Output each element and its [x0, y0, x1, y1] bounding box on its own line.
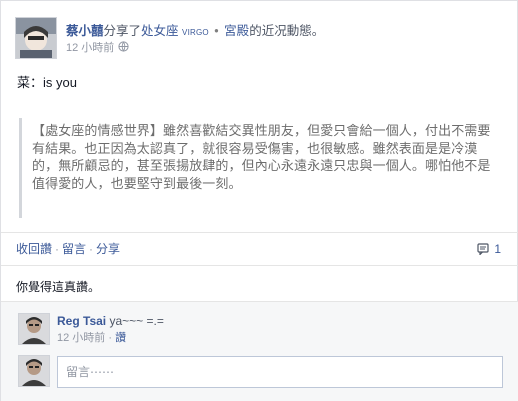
comment-text: ya~~~ =.=	[109, 314, 164, 328]
current-user-avatar	[18, 355, 50, 387]
author-avatar[interactable]	[15, 17, 57, 59]
actions-divider	[1, 232, 518, 233]
comment-meta: 12 小時前 · 讚	[57, 331, 126, 345]
commenter-name-link[interactable]: Reg Tsai	[57, 314, 106, 328]
likes-divider	[1, 265, 518, 266]
share-button[interactable]: 分享	[96, 242, 120, 256]
separator-dot: ·	[89, 242, 94, 256]
comment-input[interactable]	[57, 356, 503, 388]
story-header: 蔡小囍分享了处女座 virgo • 宮殿的近况動態。	[66, 23, 506, 40]
page-link[interactable]: 处女座	[141, 24, 179, 38]
action-text: 分享了	[103, 24, 142, 38]
commenter-avatar[interactable]	[18, 313, 50, 345]
user-photo-icon	[16, 18, 56, 58]
comment-count-button[interactable]: 1	[477, 241, 501, 259]
user-photo-icon	[19, 314, 49, 344]
separator-dot: •	[214, 24, 219, 38]
separator-dot: ·	[108, 332, 113, 344]
unlike-button[interactable]: 收回讚	[16, 242, 52, 256]
comment-bubble-icon	[477, 243, 489, 259]
comment-body: Reg Tsai ya~~~ =.=	[57, 313, 164, 329]
comment-button[interactable]: 留言	[62, 242, 86, 256]
tail-text: 的近况動態。	[249, 24, 325, 38]
news-feed-story: 蔡小囍分享了处女座 virgo • 宮殿的近况動態。 12 小時前 菜：is y…	[0, 0, 518, 401]
comment-timestamp[interactable]: 12 小時前	[57, 332, 105, 344]
comment-like-button[interactable]: 讚	[115, 332, 126, 344]
timestamp-link[interactable]: 12 小時前	[66, 42, 114, 54]
comments-divider	[1, 301, 518, 302]
section-link[interactable]: 宮殿	[224, 24, 249, 38]
globe-icon[interactable]	[118, 41, 129, 56]
comment-count: 1	[494, 242, 501, 256]
separator-dot: ·	[55, 242, 60, 256]
story-actions: 收回讚 · 留言 · 分享	[16, 241, 120, 257]
user-photo-icon	[19, 356, 49, 386]
shared-quote: 【處女座的情感世界】雖然喜歡結交異性朋友，但愛只會給一個人，付出不需要有結果。也…	[19, 118, 501, 218]
story-timestamp: 12 小時前	[66, 41, 129, 56]
post-message: 菜：is you	[17, 75, 77, 90]
author-name-link[interactable]: 蔡小囍	[66, 24, 104, 38]
likes-sentence: 你覺得這真讚。	[16, 280, 101, 294]
page-suffix-link[interactable]: virgo	[182, 26, 209, 38]
